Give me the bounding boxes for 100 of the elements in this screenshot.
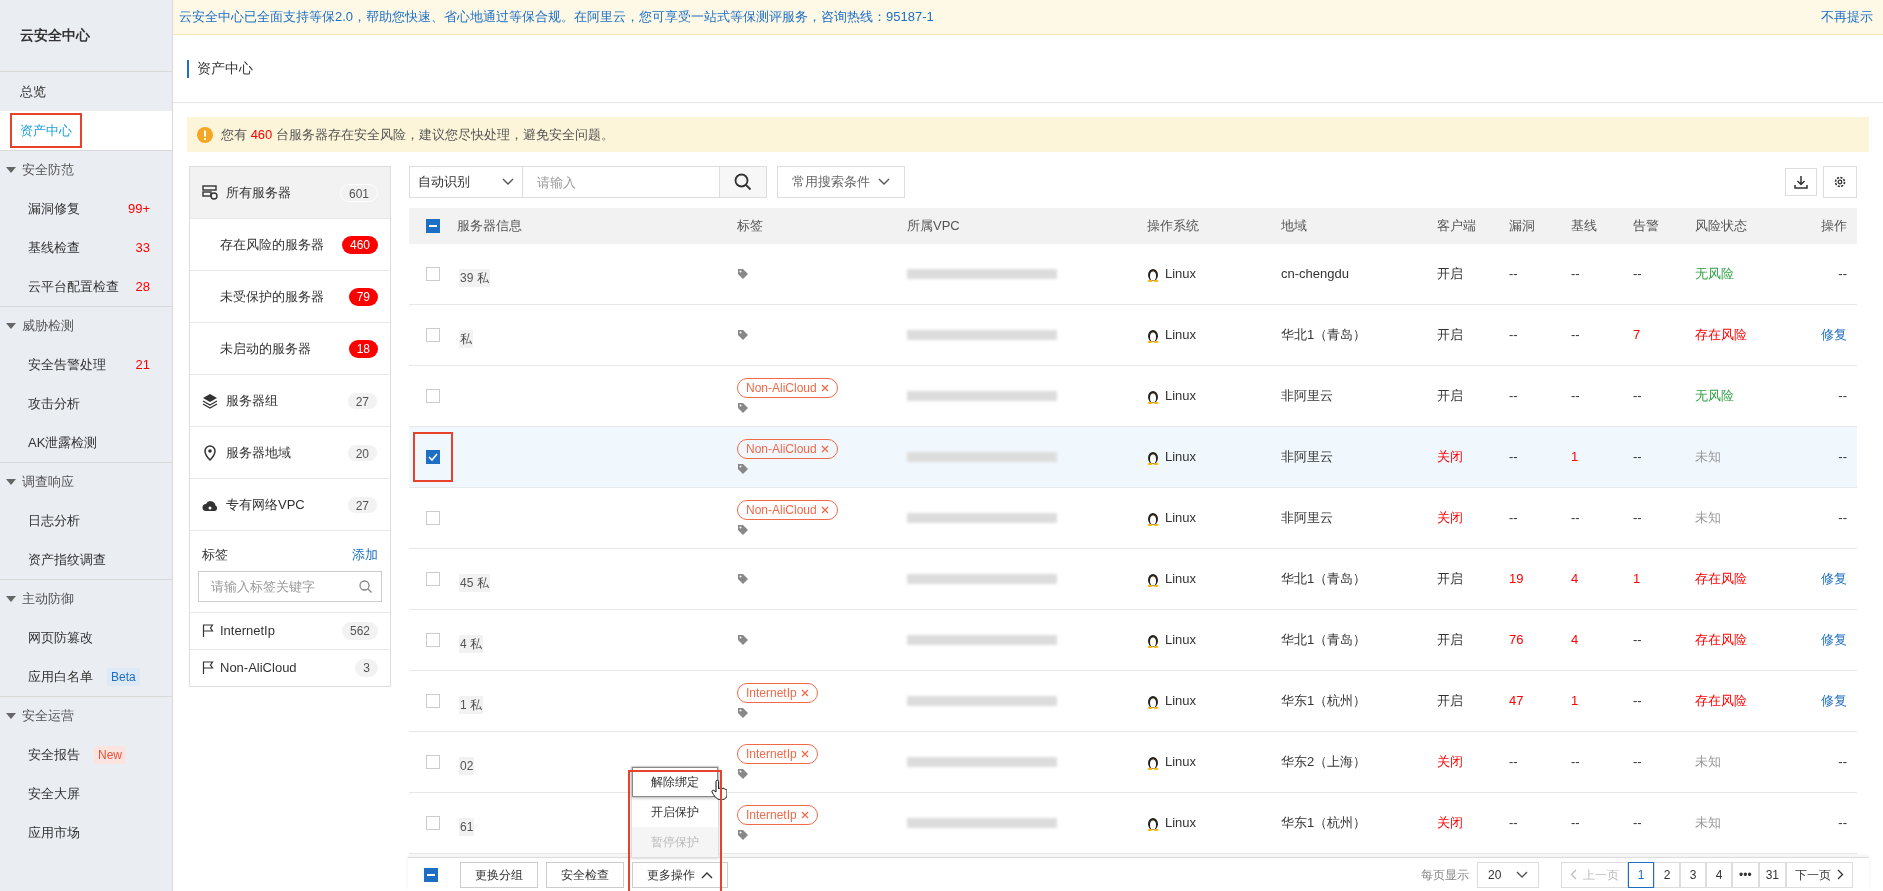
server-ip-fragment: 39 私 xyxy=(459,269,490,287)
page-button[interactable]: 1 xyxy=(1628,861,1655,888)
penguin-icon xyxy=(1147,510,1159,526)
nav-section[interactable]: 安全运营 xyxy=(22,706,74,726)
warning-icon xyxy=(197,126,213,143)
checkbox[interactable] xyxy=(426,328,440,342)
count-label: 33 xyxy=(135,238,150,257)
close-icon xyxy=(800,811,809,819)
page-title: 资产中心 xyxy=(197,59,253,78)
checkbox[interactable] xyxy=(426,694,440,708)
download-icon xyxy=(1794,175,1808,189)
checkbox[interactable] xyxy=(426,633,440,647)
location-pin-icon xyxy=(202,444,218,461)
close-icon xyxy=(820,445,829,453)
nav-item[interactable]: 日志分析 xyxy=(28,510,80,531)
fix-link[interactable]: 修复 xyxy=(1821,571,1847,587)
baseline-count: 1 xyxy=(1571,448,1580,467)
count-label: 99+ xyxy=(127,199,150,218)
nav-item[interactable]: 安全告警处理 xyxy=(28,354,106,375)
nav-section[interactable]: 调查响应 xyxy=(22,472,74,492)
count-badge: 460 xyxy=(341,235,378,254)
nav-item[interactable]: 资产指纹调查 xyxy=(28,549,106,570)
risk-status: 存在风险 xyxy=(1695,326,1748,345)
count-label: 28 xyxy=(135,277,150,296)
checkbox[interactable] xyxy=(426,511,440,525)
column-header: 所属VPC xyxy=(907,217,961,236)
client-status: 开启 xyxy=(1437,570,1464,589)
nav-item[interactable]: 安全大屏 xyxy=(28,783,80,804)
nav-item[interactable]: 网页防篡改 xyxy=(28,627,93,648)
checkbox[interactable] xyxy=(426,816,440,830)
nav-item[interactable]: 总览 xyxy=(0,74,46,109)
search-field[interactable]: 请输入 xyxy=(523,166,719,198)
nav-item[interactable]: 攻击分析 xyxy=(28,393,80,414)
search-type-select[interactable]: 自动识别 xyxy=(409,166,523,198)
tag-name: InternetIp xyxy=(220,621,276,640)
tag-icon xyxy=(737,634,749,646)
action-placeholder: -- xyxy=(1838,815,1847,831)
menu-item[interactable]: 开启保护 xyxy=(632,796,718,827)
client-status: 关闭 xyxy=(1437,753,1464,772)
tag-icon xyxy=(737,524,749,536)
checkbox[interactable] xyxy=(426,267,440,281)
alert-count: -- xyxy=(1633,631,1643,650)
nav-section[interactable]: 主动防御 xyxy=(22,589,74,609)
server-ip-fragment: 4 私 xyxy=(459,635,483,653)
nav-item[interactable]: AK泄露检测 xyxy=(28,432,98,453)
checkbox[interactable] xyxy=(426,450,440,464)
vulnerability-count: -- xyxy=(1509,265,1519,284)
close-icon xyxy=(820,506,829,514)
checkbox[interactable] xyxy=(424,867,438,882)
region-text: 非阿里云 xyxy=(1281,509,1334,528)
add-tag-link[interactable]: 添加 xyxy=(352,545,378,565)
nav-item[interactable]: 基线检查 xyxy=(28,237,80,258)
column-header: 客户端 xyxy=(1437,217,1477,236)
tag-filter-item[interactable]: Non-AliCloud 3 xyxy=(190,648,390,686)
tags-heading: 标签 xyxy=(202,546,228,564)
filter-label: 专有网络VPC xyxy=(226,495,306,514)
dismiss-link[interactable]: 不再提示 xyxy=(1821,7,1877,27)
checkbox[interactable] xyxy=(426,755,440,769)
status-badge: New xyxy=(94,745,126,764)
tag-filter-item[interactable]: InternetIp 562 xyxy=(190,611,390,649)
search-button[interactable] xyxy=(719,166,767,198)
action-button[interactable]: 安全检查 xyxy=(546,861,624,888)
nav-section[interactable]: 威胁检测 xyxy=(22,316,74,336)
os-name: Linux xyxy=(1165,509,1197,528)
action-button[interactable]: 更换分组 xyxy=(460,861,538,888)
checkbox[interactable] xyxy=(426,572,440,586)
next-page-button[interactable]: 下一页 xyxy=(1786,861,1853,888)
nav-item[interactable]: 应用白名单 xyxy=(28,666,93,687)
fix-link[interactable]: 修复 xyxy=(1821,327,1847,343)
count-badge: 20 xyxy=(346,443,378,462)
client-status: 开启 xyxy=(1437,265,1464,284)
page-button[interactable]: ••• xyxy=(1732,861,1759,888)
table-row[interactable]: Non-AliCloud Linux 非阿里云 关闭 -- 1 -- 未知 -- xyxy=(409,427,1857,488)
download-button[interactable] xyxy=(1785,168,1817,196)
tag-search-field[interactable]: 请输入标签关键字 xyxy=(198,570,382,602)
region-text: 华北1（青岛） xyxy=(1281,326,1368,345)
page-button[interactable]: 31 xyxy=(1758,861,1786,888)
saved-conditions-select[interactable]: 常用搜索条件 xyxy=(777,166,905,198)
checkbox[interactable] xyxy=(426,219,440,233)
search-icon xyxy=(359,579,372,593)
nav-item[interactable]: 应用市场 xyxy=(28,822,80,843)
tag-icon xyxy=(737,573,749,585)
region-text: cn-chengdu xyxy=(1281,265,1350,284)
page-size-select[interactable]: 20 xyxy=(1477,861,1540,888)
settings-button[interactable] xyxy=(1823,166,1857,198)
more-actions-button[interactable]: 更多操作 xyxy=(632,861,728,888)
fix-link[interactable]: 修复 xyxy=(1821,693,1847,709)
page-button[interactable]: 4 xyxy=(1706,861,1733,888)
nav-section[interactable]: 安全防范 xyxy=(22,160,74,180)
fix-link[interactable]: 修复 xyxy=(1821,632,1847,648)
page-button[interactable]: 2 xyxy=(1654,861,1681,888)
checkbox[interactable] xyxy=(426,389,440,403)
risk-status: 存在风险 xyxy=(1695,631,1748,650)
alert-count: 7 xyxy=(1633,326,1642,345)
nav-item[interactable]: 云平台配置检查 xyxy=(28,276,119,297)
region-text: 华东1（杭州） xyxy=(1281,692,1368,711)
nav-item[interactable]: 漏洞修复 xyxy=(28,198,80,219)
filter-item[interactable]: 所有服务器 601 xyxy=(190,167,390,219)
nav-item[interactable]: 安全报告 xyxy=(28,744,80,765)
page-button[interactable]: 3 xyxy=(1680,861,1707,888)
